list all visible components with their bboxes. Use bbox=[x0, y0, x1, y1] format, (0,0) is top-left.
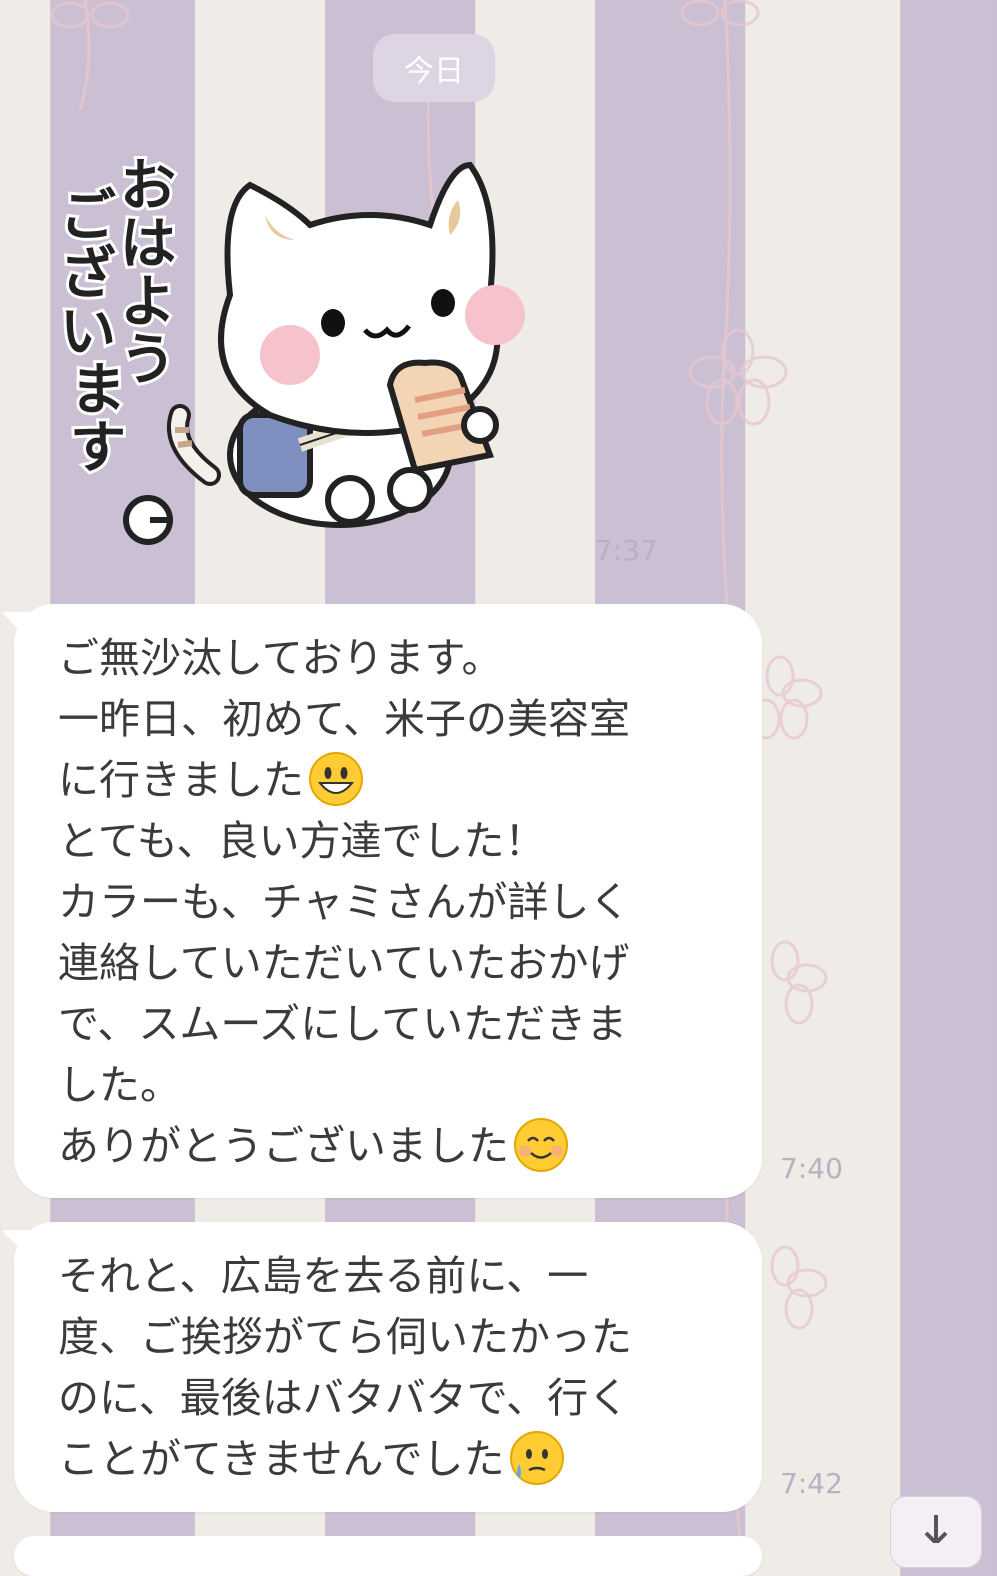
tearful-face-emoji bbox=[509, 1431, 564, 1485]
message-timestamp: 7:40 bbox=[780, 1152, 843, 1185]
message-bubble[interactable] bbox=[14, 1536, 762, 1576]
svg-text:い: い bbox=[60, 300, 116, 365]
message-text-line: ことがてきませんでした bbox=[58, 1429, 732, 1490]
date-separator: 今日 bbox=[373, 34, 495, 102]
svg-text:は: は bbox=[120, 212, 176, 277]
bubble-tail bbox=[2, 612, 32, 642]
message-text-line: とても、良い方達でした！ bbox=[58, 817, 546, 865]
cat-eating-toast-illustration: お は よ う ご ざ い ま す bbox=[57, 151, 525, 545]
grinning-face-emoji bbox=[309, 752, 363, 806]
message-text-line: 一昨日、初めて、米子の美容室 bbox=[58, 695, 630, 743]
svg-text:す: す bbox=[70, 416, 126, 481]
message-text-line: 連絡していただいていたおかげ bbox=[58, 939, 630, 987]
message-timestamp: 7:42 bbox=[780, 1467, 843, 1500]
cat-sticker[interactable]: お は よ う ご ざ い ま す bbox=[50, 145, 550, 545]
message-text-line: ありがとうございました bbox=[58, 1116, 732, 1177]
svg-text:よ: よ bbox=[120, 270, 176, 335]
smiling-face-emoji bbox=[514, 1118, 568, 1172]
bubble-tail bbox=[2, 1230, 32, 1260]
svg-text:う: う bbox=[120, 328, 176, 393]
svg-text:ざ: ざ bbox=[60, 242, 116, 307]
sticker-timestamp: 7:37 bbox=[595, 534, 658, 567]
message-bubble[interactable]: それと、広島を去る前に、一 度、ご挨拶がてら伺いたかった のに、最後はバタバタで、行… bbox=[2, 1222, 762, 1512]
message-text-line: 度、ご挨拶がてら伺いたかった bbox=[58, 1313, 632, 1361]
message-text-line: のに、最後はバタバタで、行く bbox=[58, 1374, 630, 1422]
message-text-line: ご無沙汰しております。 bbox=[58, 634, 503, 682]
message-text-line: で、スムーズにしていただきま bbox=[58, 1000, 628, 1048]
scroll-to-bottom-button[interactable] bbox=[890, 1496, 982, 1568]
svg-text:ご: ご bbox=[60, 184, 116, 249]
message-text-line: カラーも、チャミさんが詳しく bbox=[58, 878, 631, 926]
message-text-line: に行きました bbox=[58, 750, 732, 811]
message-text-line: それと、広島を去る前に、一 bbox=[58, 1252, 589, 1300]
message-bubble[interactable]: ご無沙汰しております。一昨日、初めて、米子の美容室に行きましたとても、良い方達で… bbox=[2, 604, 762, 1198]
arrow-down-icon bbox=[924, 1515, 948, 1546]
svg-text:お: お bbox=[120, 154, 176, 219]
svg-text:ま: ま bbox=[70, 358, 126, 423]
message-text-line: した。 bbox=[58, 1061, 181, 1109]
